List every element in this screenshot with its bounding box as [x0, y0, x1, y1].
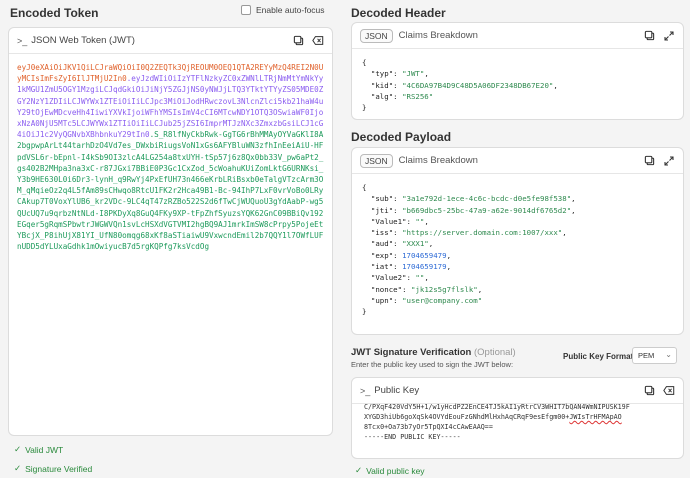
public-key-input[interactable]: C/PXqF420VdY5H+1/w1yHcdPZ2EnCE4TJ5kAI1yR…: [352, 400, 683, 444]
decoded-header-title: Decoded Header: [351, 6, 446, 20]
clear-icon[interactable]: [663, 385, 675, 397]
copy-icon[interactable]: [292, 35, 304, 47]
check-icon: ✓: [355, 465, 363, 475]
expand-icon[interactable]: [663, 155, 675, 167]
signature-verified-status: ✓ Signature Verified: [14, 463, 92, 474]
verify-subtitle: Enter the public key used to sign the JW…: [351, 360, 514, 369]
expand-icon[interactable]: [663, 30, 675, 42]
payload-value2-value: "": [415, 273, 425, 283]
payload-jti-value: "b669dbc5-25bc-47a9-a62e-9014df6765d2": [402, 205, 572, 215]
decoded-payload-title: Decoded Payload: [351, 130, 452, 144]
copy-icon[interactable]: [643, 155, 655, 167]
verify-optional-text: (Optional): [474, 347, 516, 358]
public-key-format-label: Public Key Format: [563, 352, 634, 361]
autofocus-toggle[interactable]: Enable auto-focus: [241, 5, 325, 15]
payload-nonce-value: "jk12s5g7flslk": [410, 284, 478, 294]
payload-sub-value: "3a1e792d-1ece-4c6c-bcdc-d0e5fe98f538": [402, 194, 572, 204]
autofocus-checkbox[interactable]: [241, 5, 251, 15]
payload-value1-value: "": [415, 216, 425, 226]
encoded-panel: Encoded Token Enable auto-focus >_ JSON …: [0, 0, 339, 478]
header-alg-value: "RS256": [402, 91, 434, 101]
valid-jwt-status: ✓ Valid JWT: [14, 444, 63, 455]
public-key-card: >_ Public Key C/PXqF420VdY5H+1/w1yHcdPZ2…: [351, 377, 684, 459]
tab-claims-breakdown[interactable]: Claims Breakdown: [399, 30, 478, 41]
chevron-prompt-icon: >_: [360, 385, 371, 396]
chevron-down-icon: ⌄: [665, 350, 672, 359]
tab-claims-breakdown[interactable]: Claims Breakdown: [399, 155, 478, 166]
decoded-header-card: JSON Claims Breakdown { "typ": "JWT", "k…: [351, 22, 684, 120]
decoded-payload-json: { "sub": "3a1e792d-1ece-4c6c-bcdc-d0e5fe…: [362, 183, 576, 317]
jwt-signature-segment: .S_R8lfNyCkbRwk-GgTG6rBhMMAyOYVaGKlI8A2b…: [17, 130, 324, 252]
valid-public-key-label: Valid public key: [366, 465, 425, 476]
payload-iat-value: 1704659179: [402, 262, 447, 272]
decoded-payload-tabs: JSON Claims Breakdown: [352, 148, 683, 174]
header-kid-value: "4C6DA97B4D9C48D5A06DF2348DB67E20": [402, 80, 554, 90]
payload-upn-value: "user@company.com": [402, 295, 483, 305]
check-icon: ✓: [14, 444, 22, 454]
jwt-card-title: JSON Web Token (JWT): [31, 35, 135, 46]
payload-exp-value: 1704659479: [402, 250, 447, 260]
encoded-title: Encoded Token: [10, 6, 99, 20]
header-typ-value: "JWT": [402, 69, 425, 79]
jwt-token-input[interactable]: eyJ0eXAiOiJKV1QiLCJraWQiOiI0Q2ZEQTk3QjRE…: [9, 54, 332, 260]
copy-icon[interactable]: [643, 385, 655, 397]
jwt-debugger-page: Encoded Token Enable auto-focus >_ JSON …: [0, 0, 690, 478]
autofocus-label: Enable auto-focus: [256, 5, 325, 15]
verify-title-text: JWT Signature Verification: [351, 347, 472, 358]
decoded-header-tabs: JSON Claims Breakdown: [352, 23, 683, 49]
pk-line-4: -----END PUBLIC KEY-----: [364, 433, 461, 441]
pk-line-3: 8Tcx0+Oa73b7yOr5TpQXI4cCAwEAAQ==: [364, 423, 493, 431]
clear-icon[interactable]: [312, 35, 324, 47]
copy-icon[interactable]: [643, 30, 655, 42]
chevron-prompt-icon: >_: [17, 35, 28, 46]
tab-json[interactable]: JSON: [360, 153, 393, 168]
check-icon: ✓: [14, 463, 22, 473]
public-key-format-value: PEM: [638, 351, 655, 360]
valid-jwt-label: Valid JWT: [25, 444, 64, 455]
valid-public-key-status: ✓ Valid public key: [355, 465, 425, 476]
public-key-card-title: Public Key: [374, 385, 420, 396]
signature-verification-title: JWT Signature Verification (Optional): [351, 347, 516, 358]
payload-iss-value: "https://server.domain.com:1007/xxx": [402, 228, 563, 238]
pk-line-1: C/PXqF420VdY5H+1/w1yHcdPZ2EnCE4TJ5kAI1yR…: [364, 403, 630, 411]
jwt-card-header: >_ JSON Web Token (JWT): [9, 28, 332, 54]
tab-json[interactable]: JSON: [360, 28, 393, 43]
signature-verified-label: Signature Verified: [25, 463, 93, 474]
payload-aud-value: "XXX1": [402, 239, 429, 249]
decoded-payload-card: JSON Claims Breakdown { "sub": "3a1e792d…: [351, 147, 684, 335]
pk-line-2a: XYGD3hiUb6goXqSk4OVYdEouFzGNhdMlHxhAqCRq…: [364, 413, 570, 421]
pk-line-2b: JWIsTrHFMApAO: [569, 413, 622, 421]
jwt-card: >_ JSON Web Token (JWT) eyJ0eXAiOiJKV1Qi…: [8, 27, 333, 436]
public-key-format-select[interactable]: PEM ⌄: [632, 347, 677, 364]
decoded-header-json: { "typ": "JWT", "kid": "4C6DA97B4D9C48D5…: [362, 58, 558, 113]
